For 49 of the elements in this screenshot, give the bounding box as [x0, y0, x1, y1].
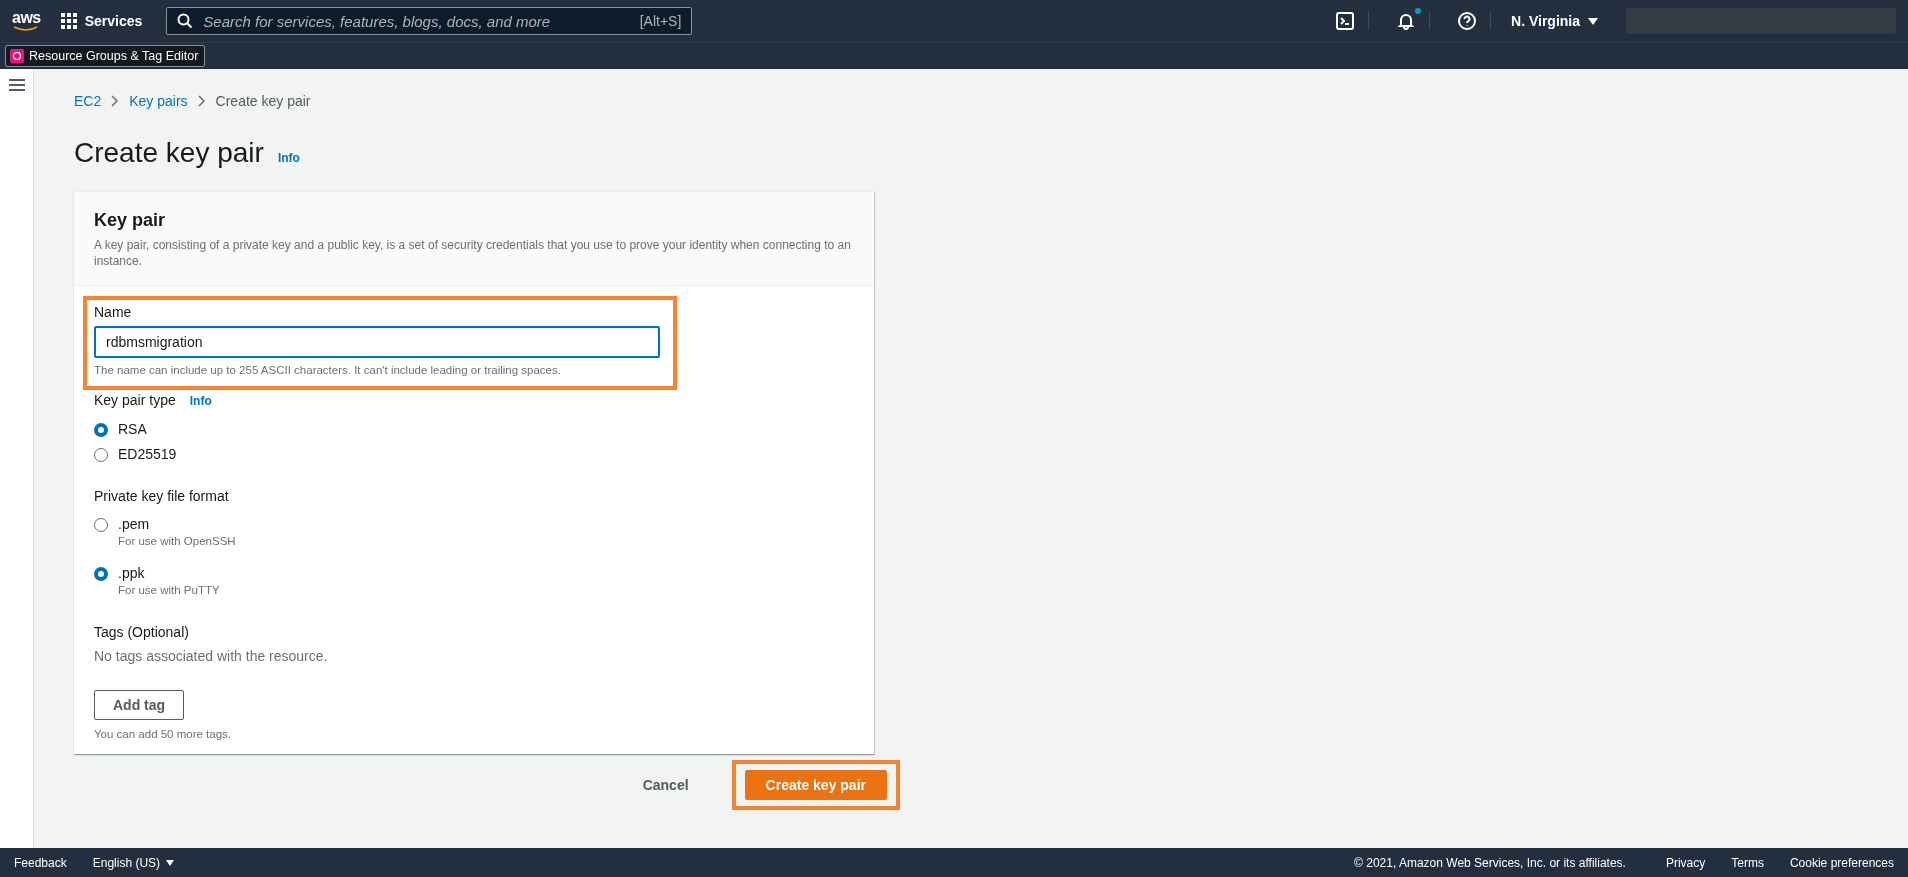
info-link[interactable]: Info	[189, 394, 212, 408]
card-title: Key pair	[94, 210, 167, 231]
feedback-link[interactable]: Feedback	[14, 855, 67, 870]
page-title: Create key pair	[74, 137, 264, 169]
radio-label: .ppk	[118, 565, 146, 581]
radio-button[interactable]	[94, 423, 108, 437]
info-link[interactable]: Info	[277, 151, 300, 165]
card-description: A key pair, consisting of a private key and a public key, is a set of security credentials that you use to prove your identity when connecting to an instance.	[94, 237, 852, 269]
name-input[interactable]: rdbmsmigration	[94, 326, 660, 358]
breadcrumb-link[interactable]: Key pairs	[129, 93, 188, 109]
region-menu[interactable]: N. Virginia	[1505, 13, 1604, 29]
field-label: Tags (Optional)	[94, 624, 189, 640]
field-label: Name	[94, 304, 132, 320]
breadcrumb-link[interactable]: EC2	[74, 93, 102, 109]
caret-icon	[1588, 17, 1598, 25]
field-label: Key pair type	[94, 392, 176, 408]
radio-label: .pem	[118, 516, 151, 532]
service-icon	[10, 49, 24, 63]
menu-icon[interactable]	[8, 79, 25, 91]
radio-label: RSA	[118, 421, 147, 437]
radio-description: For use with OpenSSH	[118, 535, 236, 547]
copyright-text: © 2021, Amazon Web Services, Inc. or its affiliates.	[1354, 855, 1626, 870]
footer-link[interactable]: Cookie preferences	[1789, 855, 1894, 870]
search-icon	[177, 13, 194, 29]
empty-tags-text: No tags associated with the resource.	[94, 648, 329, 664]
radio-description: For use with PuTTY	[118, 584, 220, 596]
chevron-right-icon	[197, 95, 206, 107]
keyboard-shortcut: [Alt+S]	[639, 13, 682, 29]
field-hint: The name can include up to 255 ASCII characters. It can't include leading or trailing spaces.	[94, 364, 562, 376]
aws-logo[interactable]: aws	[12, 10, 41, 32]
search-input[interactable]: Search for services, features, blogs, docs, and more	[201, 11, 632, 31]
language-menu[interactable]: English (US)	[92, 855, 175, 870]
favorite-service-button[interactable]: Resource Groups & Tag Editor	[5, 45, 206, 67]
footer-link[interactable]: Terms	[1731, 855, 1764, 870]
radio-label: ED25519	[118, 446, 177, 462]
chevron-right-icon	[111, 95, 120, 107]
current-page-text: Create key pair	[215, 93, 311, 109]
radio-button[interactable]	[94, 567, 108, 581]
services-menu[interactable]: Services	[54, 13, 149, 29]
footer-link[interactable]: Privacy	[1665, 855, 1706, 870]
tags-hint: You can add 50 more tags.	[94, 728, 233, 740]
field-label: Private key file format	[94, 488, 229, 504]
radio-button[interactable]	[94, 518, 108, 532]
radio-button[interactable]	[94, 448, 108, 462]
caret-icon	[166, 859, 175, 866]
grid-icon	[60, 13, 77, 29]
add-tag-button[interactable]: Add tag	[94, 690, 185, 720]
cancel-button[interactable]: Cancel	[626, 771, 705, 799]
search-field[interactable]: Search for services, features, blogs, docs, and more [Alt+S]	[166, 7, 693, 35]
